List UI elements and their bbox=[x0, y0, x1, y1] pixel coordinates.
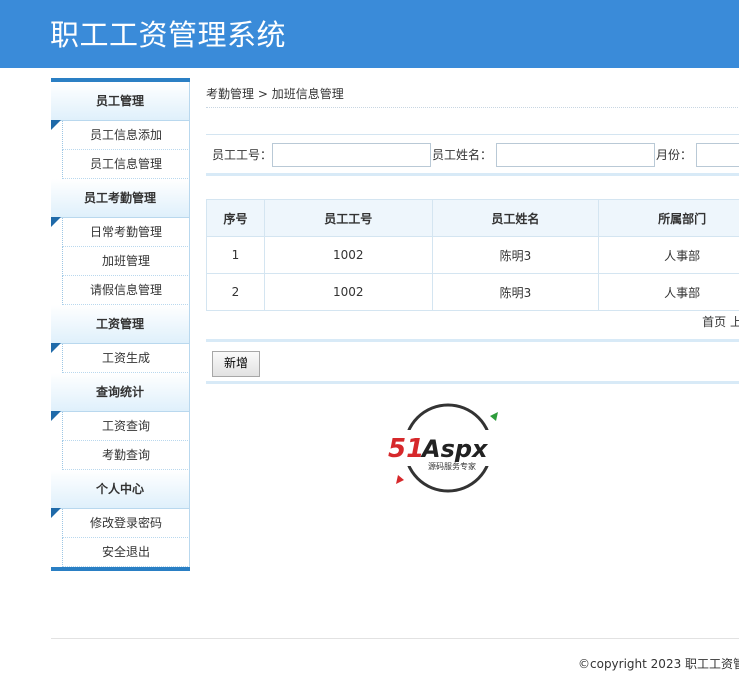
sidebar: 员工管理 员工信息添加 员工信息管理 员工考勤管理 日常考勤管理 加班管理 请假… bbox=[51, 78, 190, 571]
logo-brand-51: 51 bbox=[388, 434, 424, 464]
sidebar-item-logout[interactable]: 安全退出 bbox=[62, 538, 190, 567]
app-title: 职工工资管理系统 bbox=[50, 18, 287, 52]
sidebar-item-overtime[interactable]: 加班管理 bbox=[62, 247, 190, 276]
breadcrumb: 考勤管理 > 加班信息管理 bbox=[206, 85, 739, 108]
logo-arrow-icon bbox=[396, 475, 404, 484]
search-bar: 员工工号： 员工姓名： 月份： bbox=[206, 134, 739, 176]
sidebar-item-leave[interactable]: 请假信息管理 bbox=[62, 276, 190, 305]
sidebar-item-daily-attendance[interactable]: 日常考勤管理 bbox=[62, 218, 190, 247]
action-bar: 新增 bbox=[206, 343, 739, 384]
sidebar-item-salary-query[interactable]: 工资查询 bbox=[62, 412, 190, 441]
add-button[interactable]: 新增 bbox=[212, 351, 260, 377]
emp-no-label: 员工工号： bbox=[212, 148, 273, 162]
pagination-links[interactable]: 首页 上一 bbox=[702, 315, 739, 329]
col-department: 所属部门 bbox=[598, 199, 739, 237]
sidebar-item-salary-generate[interactable]: 工资生成 bbox=[62, 344, 190, 373]
table-row[interactable]: 1 1002 陈明3 人事部 bbox=[206, 236, 739, 274]
sidebar-group-query[interactable]: 查询统计 bbox=[51, 373, 190, 421]
sidebar-item-change-password[interactable]: 修改登录密码 bbox=[62, 509, 190, 538]
month-label: 月份： bbox=[656, 148, 693, 162]
cell-department: 人事部 bbox=[598, 236, 739, 274]
footer-divider bbox=[51, 638, 739, 639]
logo-brand-aspx: Aspx bbox=[420, 435, 489, 463]
col-emp-no: 员工工号 bbox=[263, 199, 433, 237]
col-index: 序号 bbox=[206, 199, 265, 237]
sidebar-group-attendance[interactable]: 员工考勤管理 bbox=[51, 179, 190, 227]
breadcrumb-current: 加班信息管理 bbox=[271, 87, 344, 101]
sidebar-item-attendance-query[interactable]: 考勤查询 bbox=[62, 441, 190, 470]
overtime-table: 序号 员工工号 员工姓名 所属部门 1 1002 陈明3 人事部 2 1002 … bbox=[206, 199, 739, 311]
breadcrumb-parent[interactable]: 考勤管理 bbox=[206, 87, 254, 101]
logo-arrow-icon bbox=[490, 412, 498, 421]
sidebar-group-employee[interactable]: 员工管理 bbox=[51, 82, 190, 130]
pagination: 首页 上一 bbox=[206, 305, 739, 342]
cell-emp-name: 陈明3 bbox=[431, 236, 600, 274]
sidebar-group-personal[interactable]: 个人中心 bbox=[51, 470, 190, 518]
sidebar-item-manage-employee[interactable]: 员工信息管理 bbox=[62, 150, 190, 179]
table-header-row: 序号 员工工号 员工姓名 所属部门 bbox=[206, 199, 739, 237]
footer-copyright: ©copyright 2023 职工工资管 bbox=[578, 657, 739, 671]
cell-index: 1 bbox=[206, 236, 265, 274]
col-emp-name: 员工姓名 bbox=[431, 199, 600, 237]
breadcrumb-separator: > bbox=[257, 87, 268, 101]
sidebar-group-salary[interactable]: 工资管理 bbox=[51, 305, 190, 353]
month-input[interactable] bbox=[696, 143, 739, 167]
51aspx-logo: 51 Aspx 源码服务专家 bbox=[386, 403, 514, 493]
emp-name-input[interactable] bbox=[496, 143, 655, 167]
app-header: 职工工资管理系统 bbox=[0, 0, 739, 68]
emp-no-input[interactable] bbox=[272, 143, 431, 167]
cell-emp-no: 1002 bbox=[263, 236, 433, 274]
logo-tagline: 源码服务专家 bbox=[428, 461, 476, 471]
emp-name-label: 员工姓名： bbox=[432, 148, 493, 162]
sidebar-item-add-employee[interactable]: 员工信息添加 bbox=[62, 121, 190, 150]
